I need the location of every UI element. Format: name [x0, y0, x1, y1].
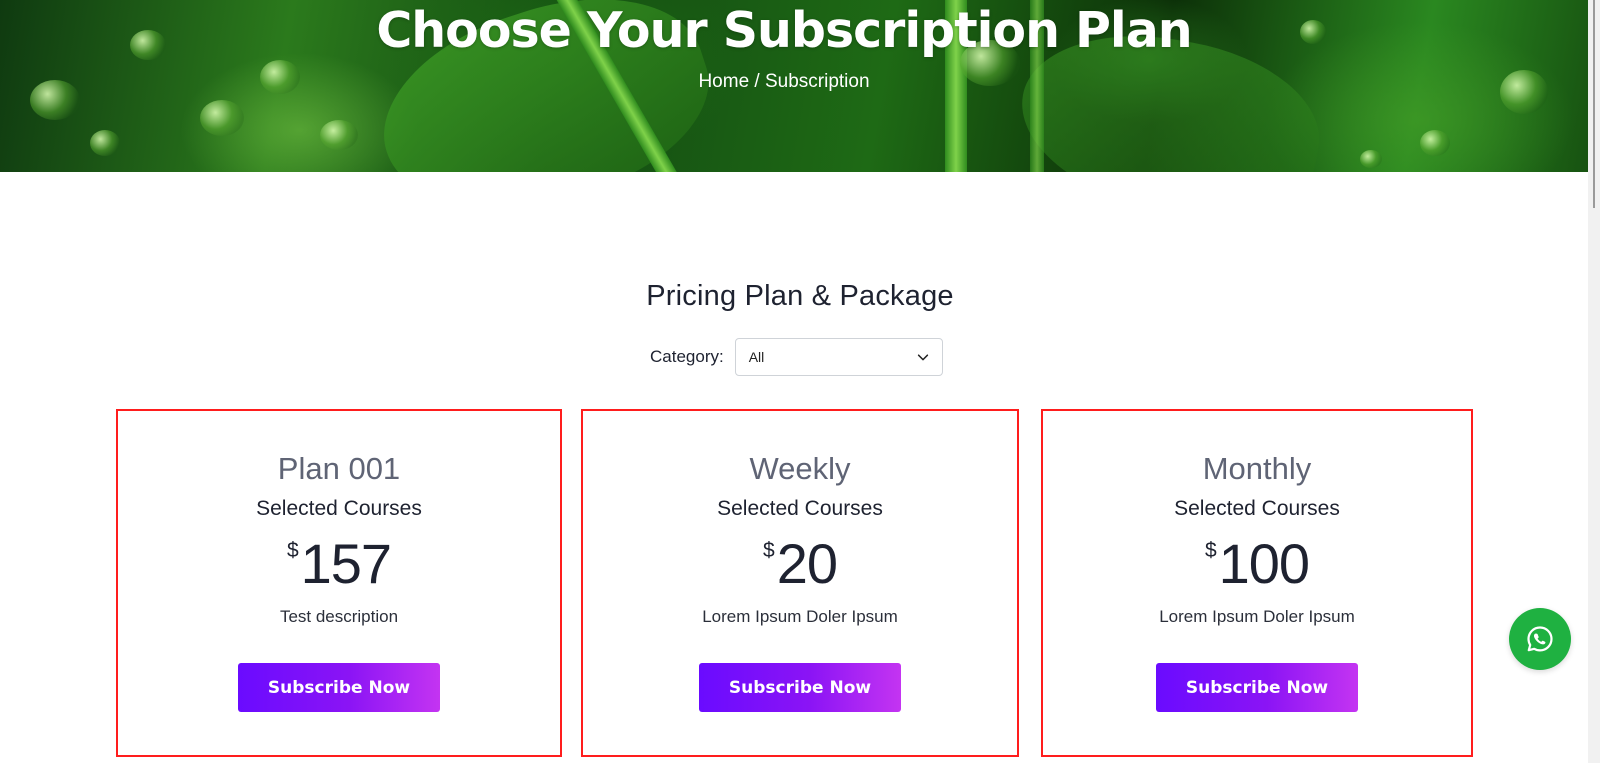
category-filter: Category: All [650, 338, 943, 376]
currency-symbol: $ [1204, 539, 1217, 562]
plan-price: $ 157 [286, 532, 392, 595]
banner-water-drop [90, 130, 120, 156]
breadcrumb[interactable]: Home / Subscription [0, 71, 1568, 93]
plan-description: Lorem Ipsum Doler Ipsum [702, 607, 898, 626]
plan-subtitle: Selected Courses [717, 497, 883, 520]
page-title: Choose Your Subscription Plan [376, 2, 1192, 59]
price-amount: 20 [776, 532, 838, 595]
plan-card: Monthly Selected Courses $ 100 Lorem Ips… [1041, 409, 1473, 757]
subscribe-button[interactable]: Subscribe Now [699, 663, 901, 712]
plan-price: $ 20 [763, 532, 838, 595]
price-amount: 157 [300, 532, 392, 595]
page-scrollbar[interactable] [1588, 0, 1600, 763]
whatsapp-icon [1527, 626, 1553, 652]
price-amount: 100 [1218, 532, 1310, 595]
subscribe-button[interactable]: Subscribe Now [238, 663, 440, 712]
scrollbar-thumb[interactable] [1593, 0, 1595, 208]
banner-water-drop [200, 100, 244, 136]
plan-card: Weekly Selected Courses $ 20 Lorem Ipsum… [581, 409, 1019, 757]
subscribe-button[interactable]: Subscribe Now [1156, 663, 1358, 712]
currency-symbol: $ [286, 539, 299, 562]
plan-description: Lorem Ipsum Doler Ipsum [1159, 607, 1355, 626]
plan-name: Monthly [1202, 451, 1312, 486]
plan-price: $ 100 [1204, 532, 1310, 595]
category-select-value: All [748, 349, 765, 365]
plan-subtitle: Selected Courses [256, 497, 422, 520]
currency-symbol: $ [763, 539, 775, 562]
hero-banner: Choose Your Subscription Plan Home / Sub… [0, 0, 1600, 172]
category-select[interactable]: All [734, 338, 943, 376]
banner-water-drop [320, 120, 358, 150]
category-label: Category: [650, 347, 724, 366]
banner-water-drop [1420, 130, 1450, 156]
plan-name: Plan 001 [277, 451, 401, 486]
section-title: Pricing Plan & Package [646, 280, 954, 312]
plan-card: Plan 001 Selected Courses $ 157 Test des… [116, 409, 562, 757]
whatsapp-button[interactable] [1509, 608, 1571, 670]
plan-name: Weekly [749, 451, 851, 486]
plan-subtitle: Selected Courses [1174, 497, 1340, 520]
plan-description: Test description [279, 607, 399, 626]
banner-water-drop [1360, 150, 1382, 168]
chevron-down-icon [917, 354, 928, 361]
